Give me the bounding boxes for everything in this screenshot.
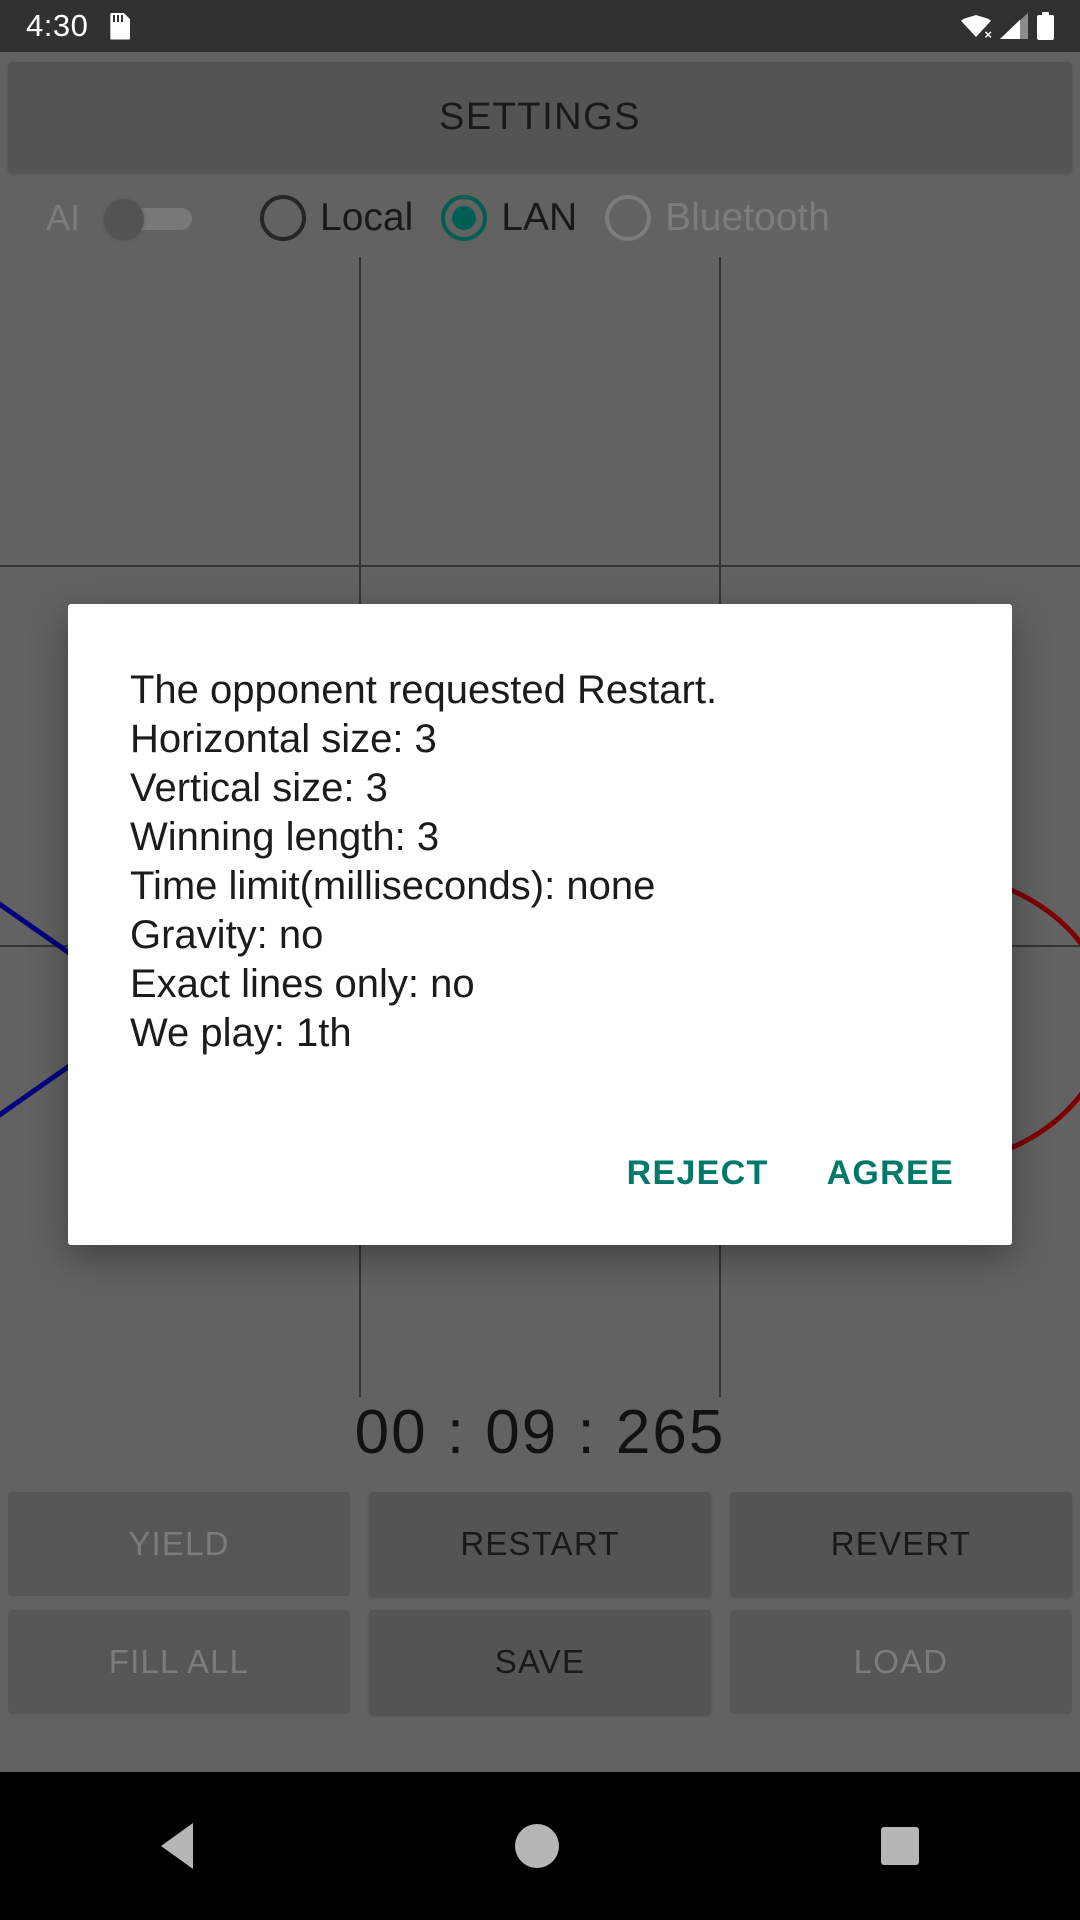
dialog-message: The opponent requested Restart. Horizont… [130, 666, 972, 1058]
dialog-line: Horizontal size: 3 [130, 717, 437, 761]
status-bar-system-icons: × [961, 12, 1054, 41]
sd-card-icon [110, 12, 131, 40]
wifi-off-icon: × [961, 13, 992, 41]
status-bar-clock: 4:30 [26, 8, 89, 43]
status-bar-notification-icons [110, 12, 131, 40]
dialog-line: The opponent requested Restart. [130, 668, 718, 712]
dialog-line: Vertical size: 3 [130, 766, 388, 810]
dialog-line: Winning length: 3 [130, 815, 440, 859]
dialog-line: Gravity: no [130, 913, 324, 957]
signal-icon [1000, 13, 1028, 39]
dialog-line: We play: 1th [130, 1011, 352, 1055]
recents-icon[interactable] [881, 1827, 919, 1865]
dialog-action-bar: REJECT AGREE [605, 1138, 976, 1209]
back-icon[interactable] [161, 1823, 193, 1869]
reject-button[interactable]: REJECT [605, 1138, 791, 1209]
dialog-line: Exact lines only: no [130, 962, 475, 1006]
agree-button[interactable]: AGREE [805, 1138, 976, 1209]
home-icon[interactable] [515, 1824, 559, 1868]
status-bar: 4:30 × [0, 0, 1080, 52]
battery-icon [1037, 12, 1054, 40]
android-navigation-bar [0, 1772, 1080, 1920]
dialog-line: Time limit(milliseconds): none [130, 864, 656, 908]
restart-request-dialog: The opponent requested Restart. Horizont… [68, 604, 1012, 1245]
